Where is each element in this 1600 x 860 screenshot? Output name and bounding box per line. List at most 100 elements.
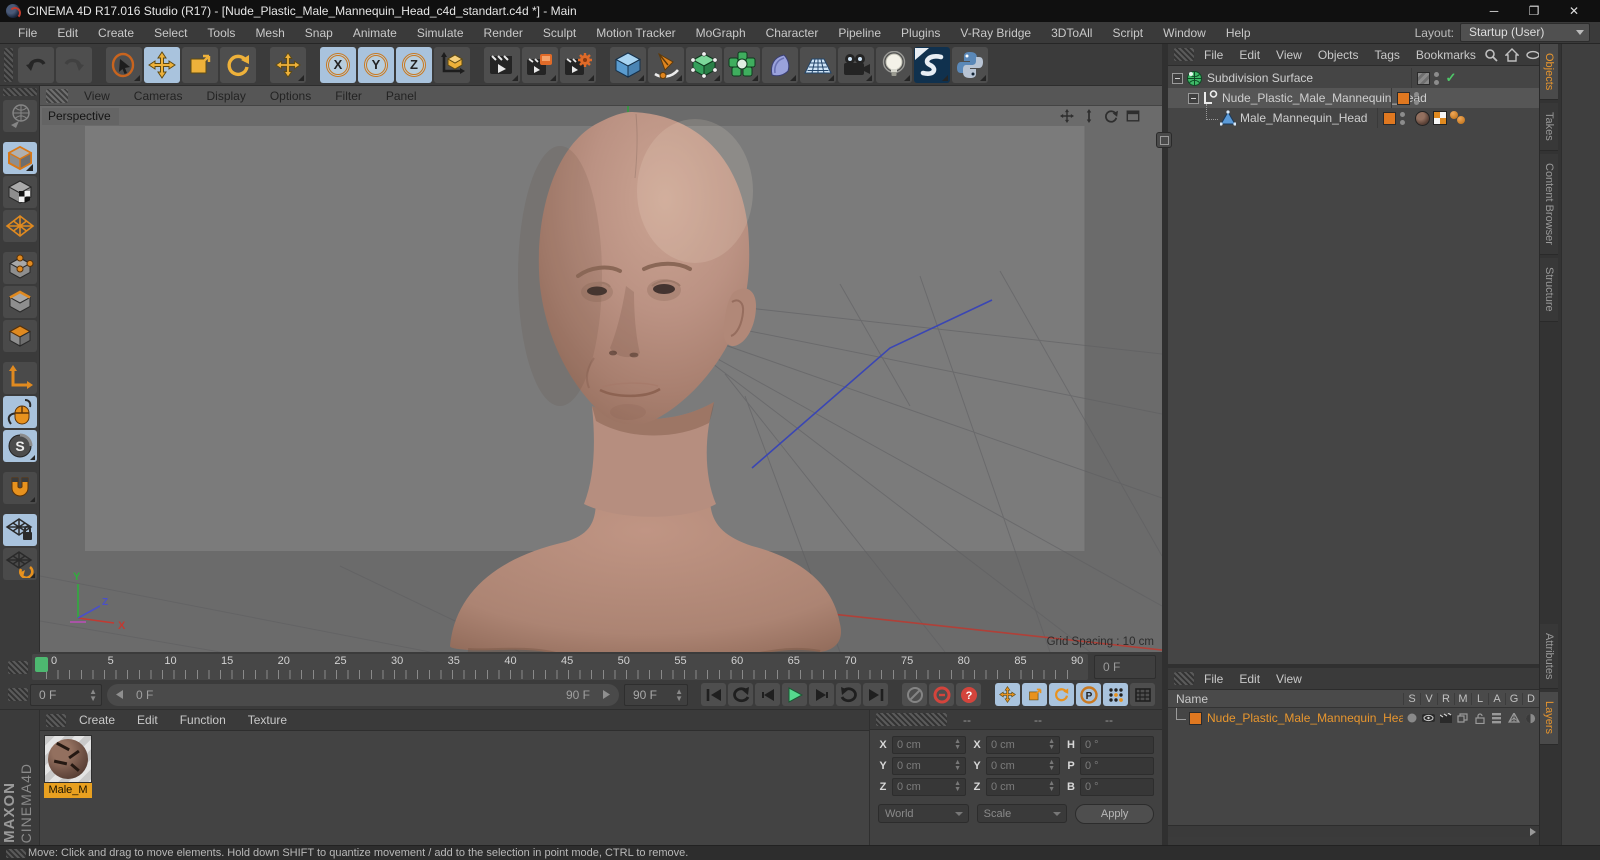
magnet-snap-button[interactable]: [2, 472, 37, 504]
object-name[interactable]: Male_Mannequin_Head: [1240, 111, 1367, 125]
go-to-end-button[interactable]: [863, 683, 888, 706]
close-icon[interactable]: ✕: [1554, 1, 1594, 21]
layout-dropdown[interactable]: Startup (User): [1460, 23, 1590, 42]
lock-z-axis-button[interactable]: Z: [396, 46, 432, 83]
light-button[interactable]: [876, 46, 912, 83]
rotate-tool-button[interactable]: [220, 46, 256, 83]
autokeying-button[interactable]: [929, 683, 954, 706]
column-header[interactable]: G: [1505, 692, 1522, 705]
scale-tool-button[interactable]: [182, 46, 218, 83]
edges-mode-button[interactable]: [2, 286, 37, 318]
pan-view-icon[interactable]: [1060, 109, 1074, 123]
viewport-menu-item[interactable]: View: [72, 89, 122, 103]
material-list[interactable]: Male_M: [40, 731, 869, 845]
layers-grip[interactable]: [1174, 672, 1194, 685]
undo-button[interactable]: [18, 46, 54, 83]
object-row-male-mannequin-head[interactable]: Male_Mannequin_Head: [1168, 104, 1539, 128]
spinner-icon[interactable]: ▲ ▼: [1048, 738, 1055, 751]
spinner-icon[interactable]: ▲ ▼: [1048, 780, 1055, 793]
column-header[interactable]: V: [1420, 692, 1437, 705]
timeline-ruler[interactable]: 0 5 10 15 20 25 30 35 40 45 50 55 60 65 70 75 80 85 90: [32, 654, 1088, 680]
material-item[interactable]: Male_M: [44, 735, 92, 798]
column-header[interactable]: L: [1471, 692, 1488, 705]
toolbar-grip[interactable]: [4, 47, 13, 82]
pos-z-field[interactable]: 0 cm ▲ ▼: [892, 778, 966, 796]
workplane-mode-button[interactable]: [2, 210, 37, 242]
play-backwards-button[interactable]: [728, 683, 753, 706]
object-manager-menu-item[interactable]: View: [1268, 48, 1310, 62]
material-menu-item[interactable]: Create: [68, 713, 126, 727]
menu-item[interactable]: Select: [144, 26, 197, 40]
enable-axis-button[interactable]: [2, 362, 37, 394]
object-manager-menu-item[interactable]: File: [1196, 48, 1231, 62]
python-script-button[interactable]: [952, 46, 988, 83]
material-menu-item[interactable]: Texture: [237, 713, 298, 727]
viewport-menu-item[interactable]: Display: [194, 89, 257, 103]
maximize-icon[interactable]: ❐: [1514, 1, 1554, 21]
spinner-icon[interactable]: ▲ ▼: [954, 738, 961, 751]
menu-item[interactable]: MoGraph: [686, 26, 756, 40]
last-tool-button[interactable]: [270, 46, 306, 83]
render-toggle-icon[interactable]: [1437, 713, 1454, 724]
column-header[interactable]: A: [1488, 692, 1505, 705]
menu-item[interactable]: Sculpt: [533, 26, 586, 40]
vertical-tab[interactable]: Structure: [1540, 257, 1558, 322]
material-tag-icon[interactable]: [1415, 110, 1430, 126]
deformer-button[interactable]: [762, 46, 798, 83]
material-menu-item[interactable]: Edit: [126, 713, 169, 727]
panel-handle-icon[interactable]: [1156, 132, 1172, 148]
record-position-button[interactable]: [995, 683, 1020, 706]
floor-environment-button[interactable]: [800, 46, 836, 83]
rot-h-field[interactable]: 0 °: [1080, 736, 1154, 754]
phong-tag-icon[interactable]: [1450, 111, 1466, 125]
render-picture-viewer-button[interactable]: [522, 46, 558, 83]
coordinate-system-dropdown[interactable]: World: [878, 804, 969, 823]
view-toggle-icon[interactable]: [1420, 713, 1437, 724]
current-frame-field[interactable]: 0 F ▲ ▼: [30, 683, 102, 706]
menu-item[interactable]: Edit: [47, 26, 88, 40]
minimize-icon[interactable]: ─: [1474, 1, 1514, 21]
pos-y-field[interactable]: 0 cm ▲ ▼: [892, 757, 966, 775]
layers-hscrollbar[interactable]: [1168, 825, 1539, 837]
zoom-view-icon[interactable]: [1082, 109, 1096, 123]
workplane-transform-button[interactable]: [2, 548, 37, 580]
toggle-view-icon[interactable]: [1126, 109, 1140, 123]
spinner-icon[interactable]: ▲ ▼: [954, 759, 961, 772]
make-editable-button[interactable]: [2, 100, 37, 132]
next-frame-button[interactable]: [809, 683, 834, 706]
vertical-tab[interactable]: Objects: [1540, 44, 1558, 101]
rotate-view-icon[interactable]: [1104, 109, 1118, 123]
frame-range-slider[interactable]: 0 F 90 F: [107, 683, 619, 706]
menu-item[interactable]: Snap: [295, 26, 343, 40]
layer-row[interactable]: Nude_Plastic_Male_Mannequin_Head: [1168, 708, 1539, 728]
animation-toggle-icon[interactable]: [1488, 712, 1505, 724]
object-manager-menu-item[interactable]: Edit: [1231, 48, 1268, 62]
play-loop-button[interactable]: [836, 683, 861, 706]
viewport-menu-item[interactable]: Panel: [374, 89, 429, 103]
vertical-tab[interactable]: Content Browser: [1540, 154, 1558, 255]
menu-item[interactable]: Character: [756, 26, 829, 40]
menu-item[interactable]: 3DToAll: [1041, 26, 1102, 40]
vertical-tab[interactable]: Attributes: [1540, 624, 1558, 690]
record-parameter-button[interactable]: P: [1076, 683, 1101, 706]
material-preview[interactable]: [44, 735, 92, 783]
menu-item[interactable]: Window: [1153, 26, 1216, 40]
subdivision-surface-button[interactable]: [686, 46, 722, 83]
home-icon[interactable]: [1504, 47, 1519, 62]
enable-snap-button[interactable]: S: [2, 430, 37, 462]
layers-menu-item[interactable]: File: [1196, 672, 1231, 686]
column-header[interactable]: D: [1522, 692, 1539, 705]
layer-name[interactable]: Nude_Plastic_Male_Mannequin_Head: [1207, 711, 1403, 725]
polygons-mode-button[interactable]: [2, 320, 37, 352]
layer-color-swatch[interactable]: [1189, 711, 1202, 725]
menu-item[interactable]: Tools: [197, 26, 245, 40]
column-header[interactable]: S: [1403, 692, 1420, 705]
visibility-icon[interactable]: [1526, 48, 1540, 62]
material-menu-item[interactable]: Function: [169, 713, 237, 727]
menu-item[interactable]: File: [8, 26, 47, 40]
object-manager-menu-item[interactable]: Objects: [1310, 48, 1367, 62]
record-rotation-button[interactable]: [1049, 683, 1074, 706]
model-mode-button[interactable]: [2, 142, 37, 174]
collapse-icon[interactable]: [1188, 92, 1199, 104]
coordinates-grip[interactable]: [876, 713, 947, 726]
